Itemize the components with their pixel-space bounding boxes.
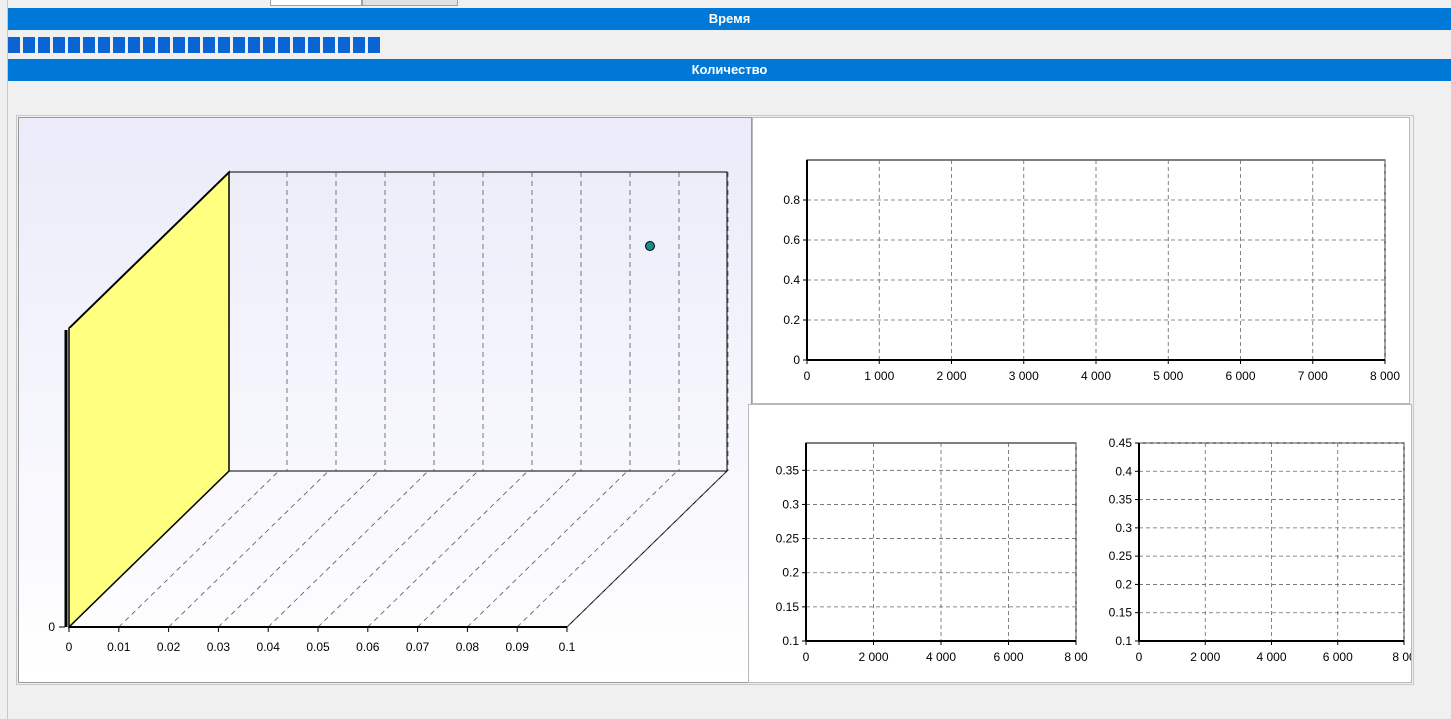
bottom-right-chart-y-tick-label: 0.4 [1115,464,1132,478]
bottom-left-chart-y-tick-label: 0.2 [782,566,799,580]
x-tick-label: 0.03 [207,640,231,654]
top-right-chart-x-tick-label: 1 000 [864,369,894,383]
bottom-left-chart-x-tick-label: 6 000 [993,650,1023,664]
bottom-right-chart-y-tick-label: 0.35 [1109,493,1133,507]
progress-segment [128,37,140,53]
progress-segment [278,37,290,53]
x-tick-label: 0.07 [406,640,430,654]
top-right-chart-x-tick-label: 8 000 [1370,369,1400,383]
progress-segment [188,37,200,53]
top-right-chart-y-tick-label: 0 [793,353,800,367]
top-right-chart-y-tick-label: 0.6 [783,233,800,247]
time-header-bar: Время [8,8,1451,30]
bottom-left-chart-plot: 0.1 0.15 0.2 0.25 0.3 0.35 0 2 000 4 000 6 000 8 0… [776,442,1088,664]
top-right-chart-x-tick-label: 4 000 [1081,369,1111,383]
progress-bar [8,36,1451,56]
x-tick-label: 0 [66,640,73,654]
bottom-left-chart-y-tick-label: 0.25 [776,532,800,546]
progress-segment [38,37,50,53]
bottom-right-chart-plot: 0.1 0.15 0.2 0.25 0.3 0.35 0.4 0.45 0 2 000 4 000 6… [1109,436,1416,664]
top-right-chart-y-tick-label: 0.4 [783,273,800,287]
bottom-charts-container: 0.1 0.15 0.2 0.25 0.3 0.35 0 2 000 4 000 6 000 8 0… [748,404,1416,683]
bottom-right-chart-x-tick-label: 4 000 [1256,650,1286,664]
top-right-chart-y-tick-label: 0.2 [783,313,800,327]
quantity-header-bar: Количество [8,59,1451,81]
progress-segment [203,37,215,53]
quantity-header-label: Количество [691,62,768,77]
top-right-chart-x-tick-label: 2 000 [936,369,966,383]
x-tick-label: 0.09 [506,640,530,654]
progress-segment [263,37,275,53]
bottom-left-chart-y-tick-label: 0.35 [776,463,800,477]
bottom-left-chart-x-tick-label: 0 [803,650,810,664]
bottom-left-chart-x-tick-label: 4 000 [926,650,956,664]
top-right-chart-x-tick-label: 5 000 [1153,369,1183,383]
bottom-right-chart-x-tick-label: 6 000 [1323,650,1353,664]
progress-segment [68,37,80,53]
progress-segment [173,37,185,53]
data-point [645,241,655,251]
bottom-right-chart-y-tick-label: 0.3 [1115,521,1132,535]
bottom-left-chart-y-tick-label: 0.15 [776,600,800,614]
bottom-left-chart-y-tick-label: 0.1 [782,634,799,648]
top-right-chart-x-tick-label: 6 000 [1225,369,1255,383]
time-header-label: Время [708,11,751,26]
main-3d-chart: 0 0.01 0.02 0.03 0.04 0.05 0.06 0.07 0.08 0.09 0.1… [18,117,752,683]
progress-segment [233,37,245,53]
bottom-right-chart-y-tick-label: 0.1 [1115,634,1132,648]
top-button[interactable] [362,0,458,6]
bottom-left-chart-x-tick-label: 2 000 [858,650,888,664]
progress-segment [218,37,230,53]
progress-segment [338,37,350,53]
progress-segment [83,37,95,53]
progress-segment [158,37,170,53]
progress-segment [8,37,20,53]
bottom-right-chart-y-tick-label: 0.2 [1115,577,1132,591]
bottom-right-chart-x-tick-label: 2 000 [1190,650,1220,664]
progress-segment [368,37,380,53]
progress-segment [248,37,260,53]
window-left-edge [0,0,8,719]
x-tick-label: 0.02 [157,640,181,654]
x-tick-label: 0.05 [306,640,330,654]
x-tick-label: 0.01 [107,640,131,654]
x-tick-label: 0.04 [257,640,281,654]
top-right-chart-y-tick-label: 0.8 [783,193,800,207]
y-tick-label: 0 [48,620,55,634]
bottom-right-chart-x-tick-label: 8 00 [1392,650,1411,664]
top-right-chart-x-tick-label: 3 000 [1009,369,1039,383]
bottom-right-chart-x-tick-label: 0 [1136,650,1143,664]
bottom-right-chart-y-tick-label: 0.15 [1109,606,1133,620]
top-right-chart-plot: 0 0.2 0.4 0.6 0.8 0 1 000 2 000 3 000 4 000 5 000 6… [783,159,1400,383]
bottom-left-chart-y-tick-label: 0.3 [782,497,799,511]
progress-segment [353,37,365,53]
progress-segment [143,37,155,53]
top-right-chart: 0 0.2 0.4 0.6 0.8 0 1 000 2 000 3 000 4 000 5 000 6… [752,117,1410,404]
progress-segment [113,37,125,53]
bottom-left-chart-x-tick-label: 8 00 [1064,650,1088,664]
bottom-charts-svg: 0.1 0.15 0.2 0.25 0.3 0.35 0 2 000 4 000 6 000 8 0… [776,436,1416,664]
top-right-chart-x-tick-label: 7 000 [1298,369,1328,383]
progress-segment [308,37,320,53]
bottom-right-chart-y-tick-label: 0.45 [1109,436,1133,450]
progress-segment [23,37,35,53]
bottom-right-chart-y-tick-label: 0.25 [1109,549,1133,563]
progress-segment [98,37,110,53]
main-3d-chart-svg: 0 0.01 0.02 0.03 0.04 0.05 0.06 0.07 0.08 0.09 0.1… [19,118,751,682]
progress-segment [323,37,335,53]
top-right-chart-x-tick-label: 0 [804,369,811,383]
progress-segment [293,37,305,53]
x-tick-label: 0.06 [356,640,380,654]
top-right-chart-svg: 0 0.2 0.4 0.6 0.8 0 1 000 2 000 3 000 4 000 5 000 6… [783,159,1400,383]
x-tick-label: 0.1 [559,640,576,654]
top-input-field[interactable] [270,0,362,6]
x-tick-label: 0.08 [456,640,480,654]
progress-segment [53,37,65,53]
